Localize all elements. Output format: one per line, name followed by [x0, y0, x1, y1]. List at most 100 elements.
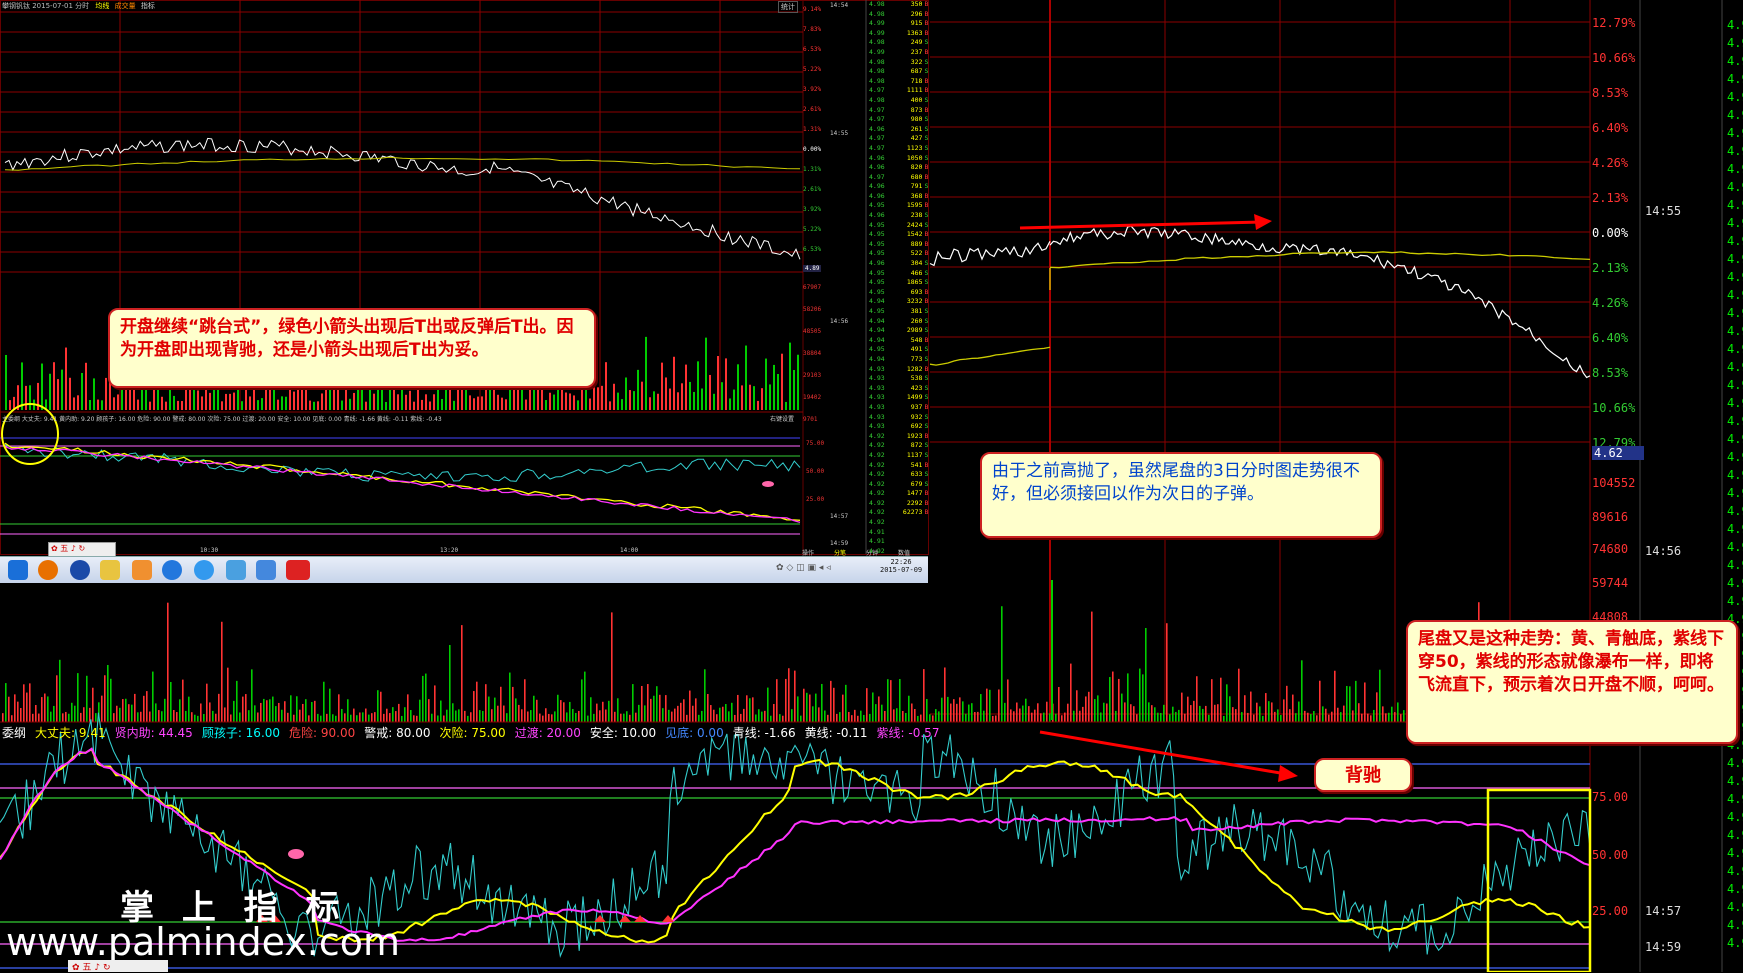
right-volume-tick: 104552	[1592, 476, 1636, 490]
inset-indicator-legend-text: 主委纲 大丈夫: 9.41 黄内助: 9.20 顾孩子: 16.00 危险: 9…	[2, 416, 442, 423]
main-volume-bar	[776, 679, 778, 722]
folder-icon[interactable]	[100, 560, 120, 580]
main-volume-bar	[557, 694, 559, 722]
tray-clock[interactable]: 22:26 2015-07-09	[880, 558, 922, 574]
right-indicator-tick: 25.00	[1592, 904, 1629, 918]
inset-price-tick: 1.31%	[803, 166, 822, 173]
browser-icon[interactable]	[194, 560, 214, 580]
tick-price: 4.98	[869, 95, 885, 104]
tick-price: 4.94	[869, 316, 885, 325]
ie-icon[interactable]	[8, 560, 28, 580]
indicator-legend-item: 黄线: -0.11	[804, 726, 868, 740]
inset-volume-bar	[781, 353, 783, 410]
right-percent-tick: 12.79%	[1592, 16, 1636, 30]
inset-volume-bar	[569, 393, 571, 410]
tick-price: 4.98	[869, 38, 885, 47]
main-volume-bar	[620, 713, 622, 722]
tick-price: 4.92	[869, 479, 885, 488]
inset-volume-tick: 67907	[803, 284, 822, 291]
main-volume-bar	[950, 703, 952, 722]
main-volume-bar	[1322, 706, 1324, 722]
refresh-icon[interactable]: ↻	[78, 544, 85, 553]
main-volume-bar	[1325, 708, 1327, 722]
highlight-circle-inset	[1, 403, 59, 465]
media-player-icon[interactable]	[38, 560, 58, 580]
s-app-icon[interactable]	[162, 560, 182, 580]
inset-link-indicator[interactable]: 指标	[141, 2, 155, 10]
main-volume-bar	[368, 714, 370, 722]
main-volume-bar	[1058, 687, 1060, 722]
inset-volume-bar	[725, 358, 727, 410]
inset-volume-bar	[581, 389, 583, 410]
main-volume-bar	[836, 713, 838, 722]
main-volume-bar	[857, 715, 859, 722]
indicator-legend-item: 危险: 90.00	[289, 726, 356, 740]
main-volume-bar	[902, 710, 904, 722]
k-app-icon[interactable]	[70, 560, 90, 580]
main-volume-bar	[392, 707, 394, 722]
main-volume-bar	[767, 687, 769, 722]
main-volume-bar	[521, 709, 523, 722]
stock-app-icon[interactable]	[286, 560, 310, 580]
inset-volume-bar	[405, 394, 407, 410]
inset-volume-bar	[601, 385, 603, 410]
tick-row: 4.94 3232 B	[869, 297, 929, 307]
inset-stat-button[interactable]: 统计	[778, 1, 798, 13]
inset-time-axis: 10:30 13:20 14:00	[0, 547, 800, 555]
tick-flag: S	[924, 220, 929, 229]
inset-link-volume[interactable]: 成交量	[115, 2, 136, 10]
main-volume-bar	[1256, 702, 1258, 722]
tick-flag: S	[924, 38, 929, 47]
main-volume-bar	[1355, 680, 1357, 722]
inset-volume-bar	[417, 387, 419, 410]
tick-volume: 2424	[906, 220, 923, 229]
main-volume-bar	[1154, 707, 1156, 722]
main-volume-bar	[887, 679, 889, 722]
main-volume-bar	[1142, 674, 1144, 722]
inset-indicator-settings[interactable]: 右键设置	[770, 414, 794, 423]
main-volume-bar	[1187, 696, 1189, 722]
main-volume-bar	[260, 702, 262, 722]
watermark-url-text: www.palmindex.com	[6, 920, 401, 964]
main-volume-bar	[953, 699, 955, 722]
main-volume-bar	[134, 693, 136, 722]
gear-icon[interactable]: ✿	[51, 544, 58, 553]
edge-price-label: 4.9	[1727, 414, 1743, 428]
tick-price: 4.98	[869, 9, 885, 18]
main-volume-bar	[716, 714, 718, 722]
indicator-legend-item: 紫线: -0.57	[876, 726, 940, 740]
main-volume-bar	[371, 713, 373, 722]
main-volume-bar	[932, 715, 934, 722]
tick-volume: 693	[910, 287, 923, 296]
tick-volume: 680	[910, 172, 923, 181]
main-volume-bar	[398, 703, 400, 722]
music-icon[interactable]: ♪	[71, 544, 76, 553]
main-volume-bar	[197, 715, 199, 722]
paint-icon[interactable]	[132, 560, 152, 580]
tick-flag: B	[924, 508, 929, 517]
main-volume-bar	[479, 710, 481, 722]
cloud-icon[interactable]	[226, 560, 246, 580]
main-volume-bar	[350, 714, 352, 722]
main-volume-bar	[422, 675, 424, 722]
inset-price-tick: 1.31%	[803, 126, 822, 133]
tick-flag: S	[924, 326, 929, 335]
tick-volume: 889	[910, 239, 923, 248]
main-volume-bar	[986, 688, 988, 722]
main-volume-bar	[1301, 660, 1303, 722]
main-volume-bar	[1151, 705, 1153, 722]
main-volume-bar	[17, 701, 19, 722]
inset-link-avg[interactable]: 均线	[95, 2, 109, 10]
tick-row: 4.97 980 S	[869, 115, 929, 125]
inset-volume-bar	[701, 388, 703, 410]
tick-price: 4.97	[869, 86, 885, 95]
main-volume-bar	[455, 710, 457, 722]
edge-price-label: 4.9	[1727, 918, 1743, 932]
tick-row: 4.99 237 B	[869, 48, 929, 58]
inset-volume-bar	[285, 396, 287, 410]
mail-icon[interactable]	[256, 560, 276, 580]
tick-volume: 304	[910, 259, 923, 268]
five-icon[interactable]: 五	[60, 544, 68, 553]
main-volume-bar	[893, 709, 895, 722]
tick-volume: 538	[910, 374, 923, 383]
